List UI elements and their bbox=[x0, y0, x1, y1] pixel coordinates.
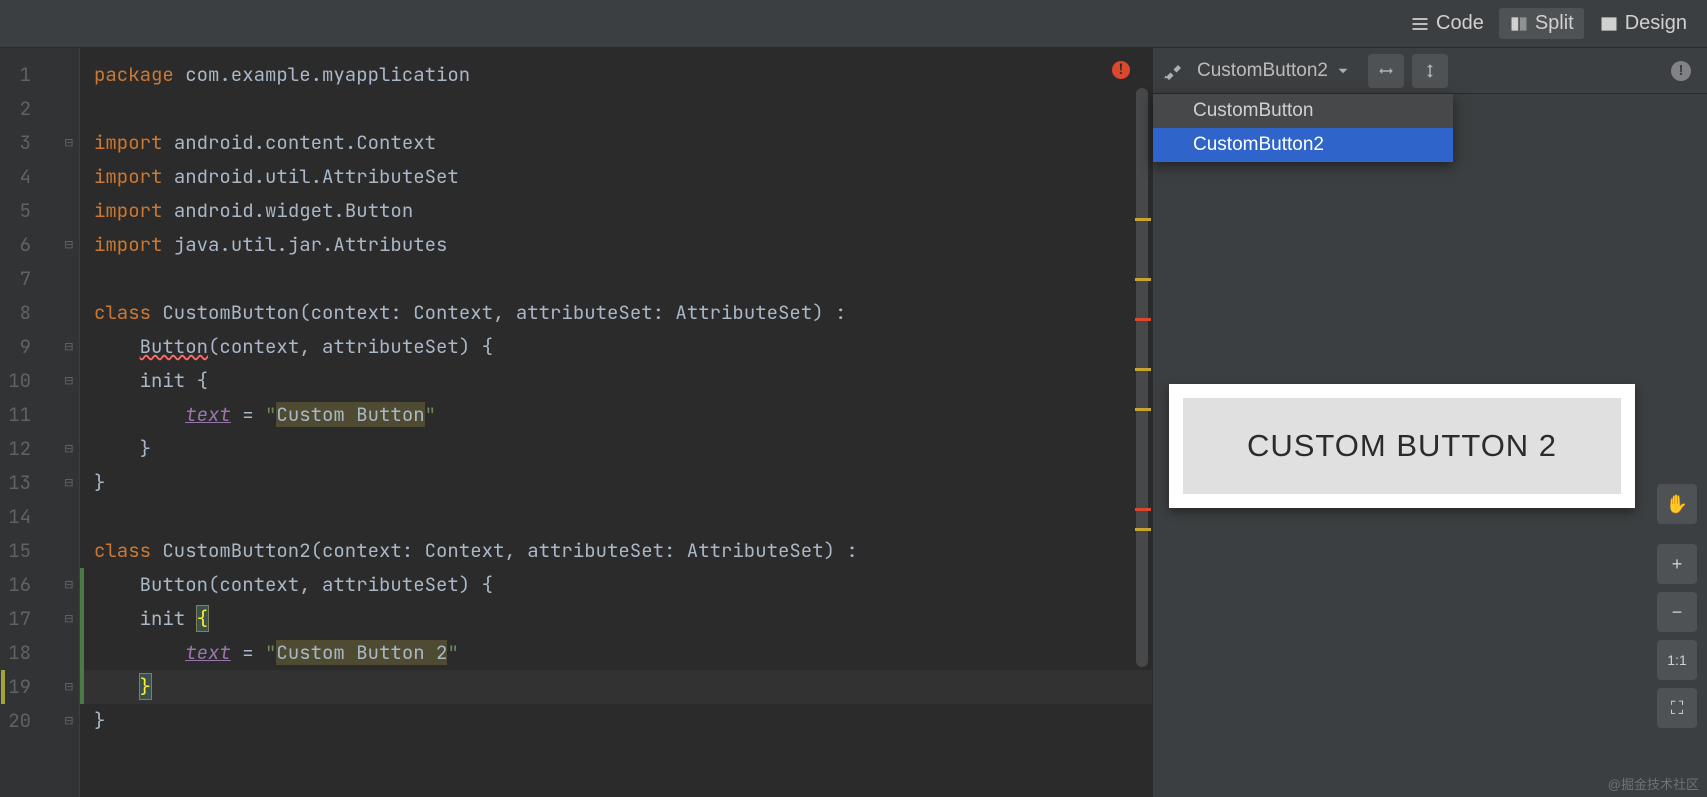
pan-tool-button[interactable]: ✋ bbox=[1657, 484, 1697, 524]
line-number: 16⊟ bbox=[0, 568, 79, 602]
component-dropdown: CustomButtonCustomButton2 bbox=[1153, 94, 1453, 162]
chevron-down-icon bbox=[1334, 62, 1352, 80]
line-number: 14 bbox=[0, 500, 79, 534]
code-line[interactable]: import java.util.jar.Attributes bbox=[80, 228, 1152, 262]
code-line[interactable]: init { bbox=[80, 602, 1152, 636]
code-line[interactable]: Button(context, attributeSet) { bbox=[80, 330, 1152, 364]
mode-design-button[interactable]: Design bbox=[1589, 8, 1697, 39]
code-line[interactable]: class CustomButton2(context: Context, at… bbox=[80, 534, 1152, 568]
fold-icon[interactable]: ⊟ bbox=[65, 330, 73, 364]
code-line[interactable]: import android.content.Context bbox=[80, 126, 1152, 160]
line-number: 4 bbox=[0, 160, 79, 194]
code-line[interactable] bbox=[80, 500, 1152, 534]
line-number: 6⊟ bbox=[0, 228, 79, 262]
code-line[interactable]: text = "Custom Button 2" bbox=[80, 636, 1152, 670]
component-dropdown-item[interactable]: CustomButton bbox=[1153, 94, 1453, 128]
code-line[interactable]: init { bbox=[80, 364, 1152, 398]
line-number: 10⊟ bbox=[0, 364, 79, 398]
error-stripe[interactable] bbox=[1135, 528, 1151, 531]
code-line[interactable]: } bbox=[80, 466, 1152, 500]
error-stripe[interactable] bbox=[1135, 218, 1151, 221]
fold-icon[interactable]: ⊟ bbox=[65, 364, 73, 398]
zoom-out-button[interactable]: − bbox=[1657, 592, 1697, 632]
error-stripe[interactable] bbox=[1135, 408, 1151, 411]
mode-split-label: Split bbox=[1535, 12, 1574, 35]
code-area[interactable]: ! package com.example.myapplicationimpor… bbox=[80, 48, 1152, 797]
orientation-vertical-button[interactable] bbox=[1412, 54, 1448, 88]
arrows-vertical-icon bbox=[1421, 62, 1439, 80]
code-line[interactable]: import android.widget.Button bbox=[80, 194, 1152, 228]
main-split: 123⊟456⊟789⊟10⊟1112⊟13⊟141516⊟17⊟1819⊟20… bbox=[0, 48, 1707, 797]
fold-icon[interactable]: ⊟ bbox=[65, 466, 73, 500]
code-line[interactable]: text = "Custom Button" bbox=[80, 398, 1152, 432]
code-pane: 123⊟456⊟789⊟10⊟1112⊟13⊟141516⊟17⊟1819⊟20… bbox=[0, 48, 1152, 797]
line-number: 18 bbox=[0, 636, 79, 670]
fold-icon[interactable]: ⊟ bbox=[65, 432, 73, 466]
line-number: 5 bbox=[0, 194, 79, 228]
zoom-fit-button[interactable]: ⛶ bbox=[1657, 688, 1697, 728]
one-to-one-button[interactable]: 1:1 bbox=[1657, 640, 1697, 680]
code-line[interactable]: Button(context, attributeSet) { bbox=[80, 568, 1152, 602]
watermark: @掘金技术社区 bbox=[1608, 774, 1699, 793]
line-number: 9⊟ bbox=[0, 330, 79, 364]
component-dropdown-item[interactable]: CustomButton2 bbox=[1153, 128, 1453, 162]
component-selector[interactable]: CustomButton2 bbox=[1189, 57, 1360, 85]
line-number: 2 bbox=[0, 92, 79, 126]
mode-code-label: Code bbox=[1436, 12, 1484, 35]
line-number: 20⊟ bbox=[0, 704, 79, 738]
mode-design-label: Design bbox=[1625, 12, 1687, 35]
code-line[interactable]: import android.util.AttributeSet bbox=[80, 160, 1152, 194]
preview-card: CUSTOM BUTTON 2 bbox=[1169, 384, 1635, 508]
fold-icon[interactable]: ⊟ bbox=[65, 126, 73, 160]
preview-button[interactable]: CUSTOM BUTTON 2 bbox=[1183, 398, 1621, 494]
code-line[interactable] bbox=[80, 92, 1152, 126]
line-number: 8 bbox=[0, 296, 79, 330]
design-canvas[interactable]: CUSTOM BUTTON 2 ✋ + − 1:1 ⛶ bbox=[1153, 94, 1707, 797]
line-number: 7 bbox=[0, 262, 79, 296]
orientation-horizontal-button[interactable] bbox=[1368, 54, 1404, 88]
split-icon bbox=[1509, 14, 1529, 34]
arrows-horizontal-icon bbox=[1377, 62, 1395, 80]
error-stripe[interactable] bbox=[1135, 318, 1151, 321]
editor-gutter: 123⊟456⊟789⊟10⊟1112⊟13⊟141516⊟17⊟1819⊟20… bbox=[0, 48, 80, 797]
mode-code-button[interactable]: Code bbox=[1400, 8, 1494, 39]
canvas-tools: ✋ + − 1:1 ⛶ bbox=[1657, 484, 1697, 728]
fold-icon[interactable]: ⊟ bbox=[65, 704, 73, 738]
fold-icon[interactable]: ⊟ bbox=[65, 602, 73, 636]
line-number: 12⊟ bbox=[0, 432, 79, 466]
design-tool-icon bbox=[1163, 62, 1181, 80]
design-pane: CustomButton2 ! CustomButtonCustomButton… bbox=[1152, 48, 1707, 797]
design-toolbar: CustomButton2 ! bbox=[1153, 48, 1707, 94]
code-line[interactable]: } bbox=[80, 704, 1152, 738]
error-stripe[interactable] bbox=[1135, 508, 1151, 511]
error-stripe[interactable] bbox=[1135, 278, 1151, 281]
zoom-in-button[interactable]: + bbox=[1657, 544, 1697, 584]
top-toolbar: Code Split Design bbox=[0, 0, 1707, 48]
code-line[interactable]: } bbox=[80, 432, 1152, 466]
mode-split-button[interactable]: Split bbox=[1499, 8, 1584, 39]
fold-icon[interactable]: ⊟ bbox=[65, 228, 73, 262]
image-icon bbox=[1599, 14, 1619, 34]
fold-icon[interactable]: ⊟ bbox=[65, 568, 73, 602]
code-line[interactable]: package com.example.myapplication bbox=[80, 58, 1152, 92]
design-warning-icon[interactable]: ! bbox=[1671, 61, 1691, 81]
line-number: 3⊟ bbox=[0, 126, 79, 160]
component-selector-label: CustomButton2 bbox=[1197, 60, 1328, 82]
code-line[interactable]: class CustomButton(context: Context, att… bbox=[80, 296, 1152, 330]
line-number: 13⊟ bbox=[0, 466, 79, 500]
code-line[interactable] bbox=[80, 262, 1152, 296]
line-number: 19⊟ bbox=[0, 670, 79, 704]
line-number: 15 bbox=[0, 534, 79, 568]
code-line[interactable]: } bbox=[80, 670, 1152, 704]
line-number: 17⊟ bbox=[0, 602, 79, 636]
line-number: 11 bbox=[0, 398, 79, 432]
line-number: 1 bbox=[0, 58, 79, 92]
fold-icon[interactable]: ⊟ bbox=[65, 670, 73, 704]
error-stripe[interactable] bbox=[1135, 368, 1151, 371]
code-lines-icon bbox=[1410, 14, 1430, 34]
